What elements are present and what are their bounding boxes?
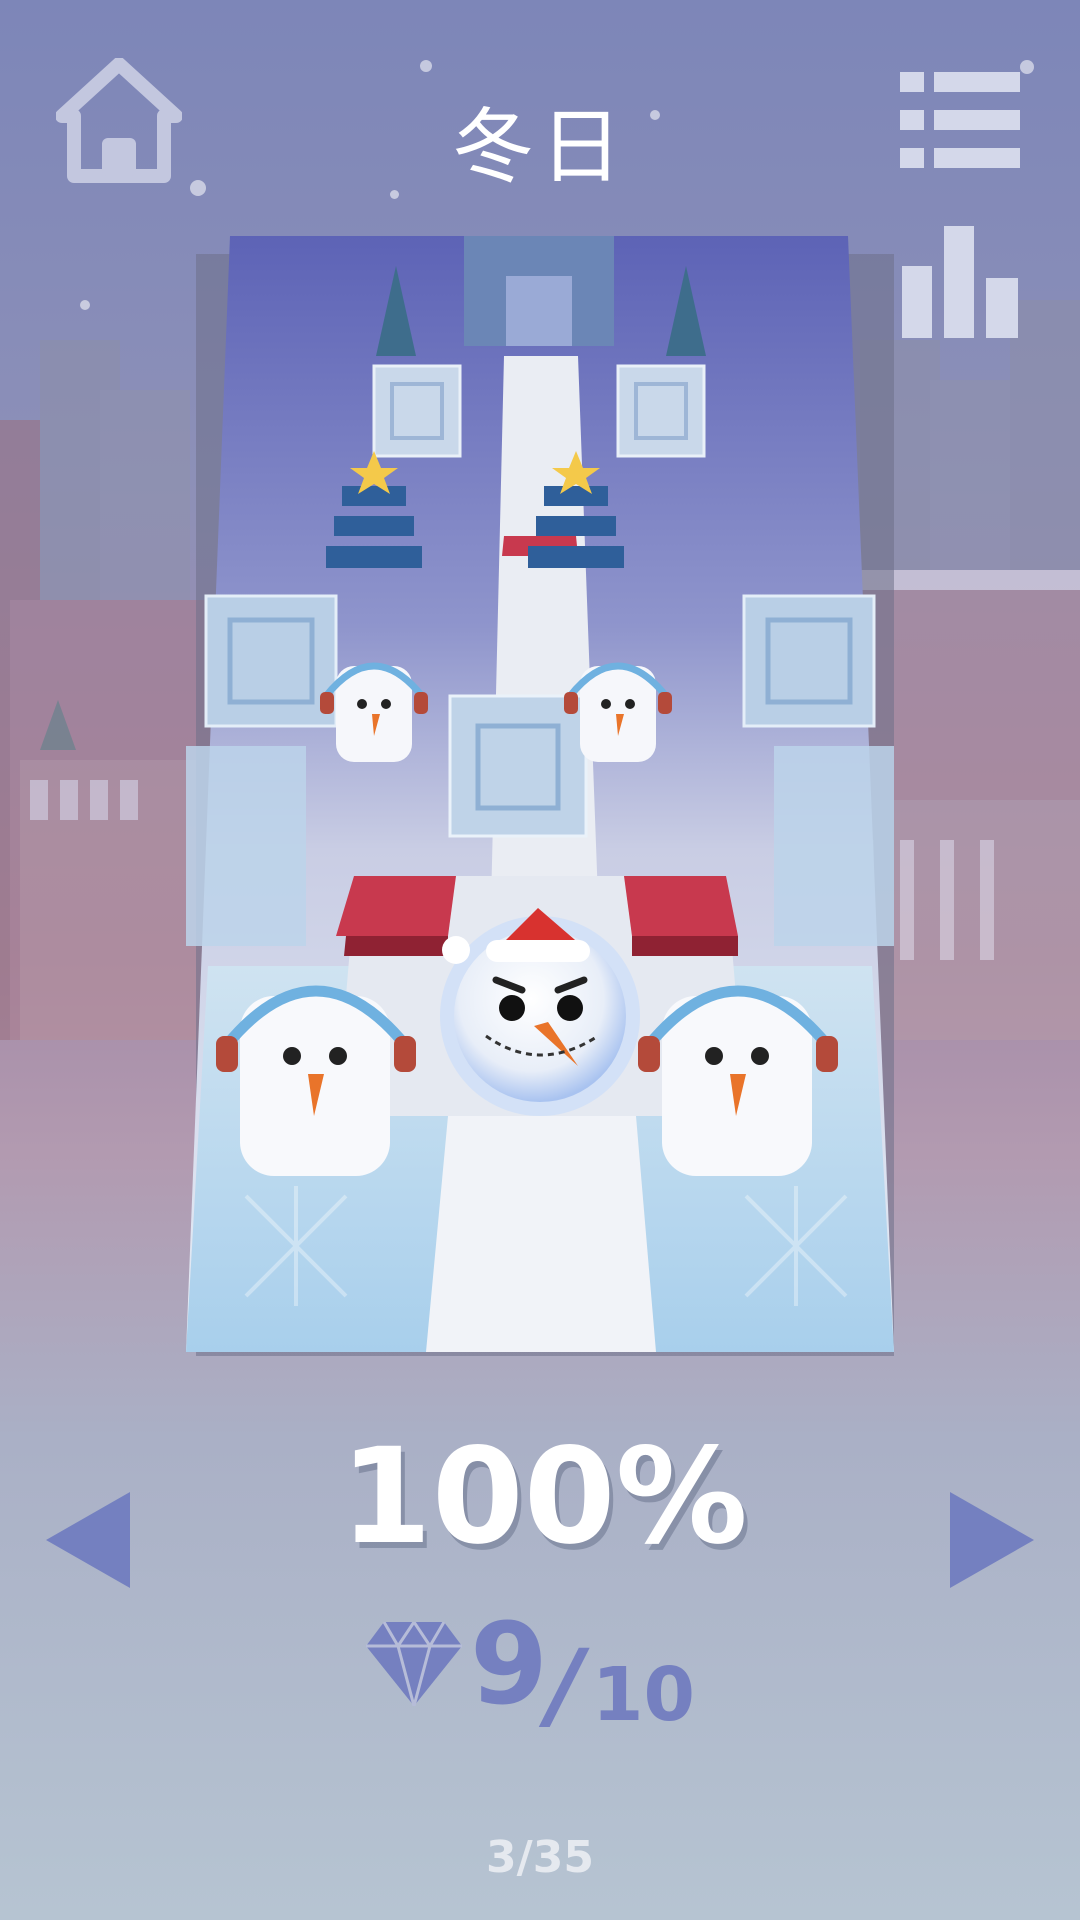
list-menu-icon <box>900 72 1020 168</box>
gems-separator: / <box>548 1629 584 1741</box>
snowman-large <box>216 985 416 1176</box>
stats-button[interactable] <box>902 226 1018 338</box>
completion-percentage: 100% <box>340 1420 748 1574</box>
gems-total: 10 <box>592 1652 695 1738</box>
level-preview-card[interactable] <box>186 236 894 1356</box>
home-button[interactable] <box>55 57 183 184</box>
next-level-button[interactable] <box>946 1490 1034 1590</box>
ice-block <box>616 364 706 458</box>
red-tile <box>624 876 738 936</box>
red-tile <box>336 876 456 936</box>
triangle-right-icon <box>950 1492 1034 1588</box>
snowflake <box>1020 60 1034 74</box>
snowflake <box>420 60 432 72</box>
snowflake <box>190 180 206 196</box>
ice-block <box>774 746 894 946</box>
ice-block <box>186 746 306 946</box>
level-title: 冬日 <box>451 100 628 195</box>
ice-block <box>372 364 462 458</box>
snowflake <box>80 300 90 310</box>
level-page-index: 3/35 <box>486 1832 594 1883</box>
level-list-button[interactable] <box>900 72 1020 168</box>
gem-counter: 9 / 10 <box>360 1600 720 1741</box>
gems-collected: 9 <box>470 1600 548 1730</box>
bar-chart-icon <box>902 226 1018 338</box>
ice-block <box>742 594 876 728</box>
snowman-large <box>638 985 838 1176</box>
diamond-icon <box>366 1622 462 1706</box>
ice-block <box>204 594 338 728</box>
home-icon <box>55 57 183 183</box>
triangle-left-icon <box>46 1492 130 1588</box>
ice-block <box>448 694 588 838</box>
previous-level-button[interactable] <box>46 1490 134 1590</box>
